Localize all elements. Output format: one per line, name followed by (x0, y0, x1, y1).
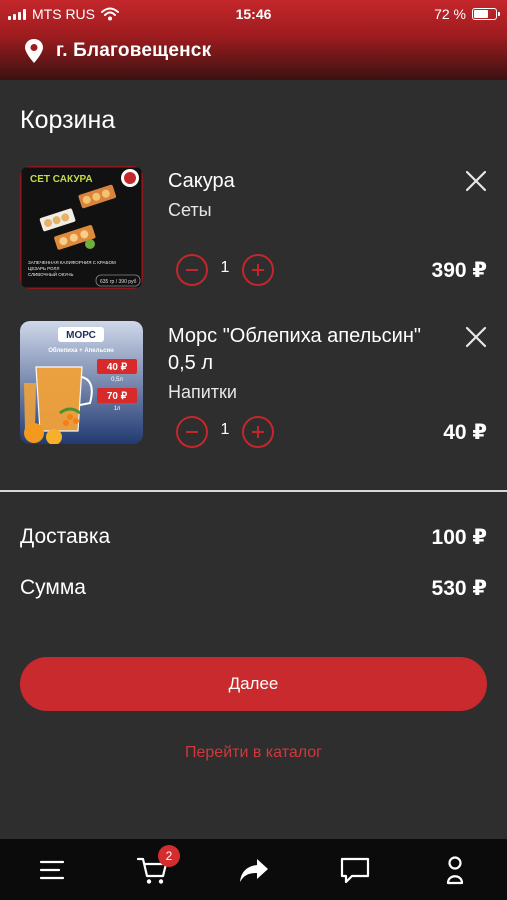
item-category: Напитки (168, 382, 237, 402)
chat-icon (340, 857, 370, 884)
item-name: Морс "Облепиха апельсин" 0,5 л (168, 325, 421, 374)
item-price: 40 ₽ (443, 421, 487, 444)
profile-icon (446, 856, 464, 885)
item-price: 390 ₽ (431, 259, 487, 282)
status-time: 15:46 (235, 6, 272, 22)
tab-share[interactable] (237, 853, 271, 887)
quantity-stepper: 1 (176, 416, 276, 448)
catalog-link[interactable]: Перейти в каталог (0, 744, 507, 762)
decrease-button[interactable] (176, 416, 208, 448)
divider (0, 490, 507, 492)
close-icon[interactable] (464, 325, 488, 349)
status-right: 72 % (434, 6, 500, 22)
status-bar: MTS RUS 15:46 72 % (0, 0, 507, 30)
quantity-stepper: 1 (176, 254, 276, 286)
location-pin-icon (25, 39, 43, 63)
image-caption: ЗАПЕЧЕННАЯ КАЛИФОРНИЯ С КРАБОМ (28, 260, 116, 265)
image-price-large: 70 ₽ (107, 391, 128, 402)
product-image-sakura[interactable]: СЕТ САКУРА ЗАПЕЧЕННАЯ КАЛИФОРНИЯ С КРАБО… (20, 166, 143, 289)
tab-chat[interactable] (338, 853, 372, 887)
battery-icon (472, 8, 500, 20)
quantity-value: 1 (220, 259, 230, 276)
tab-bar: 2 (0, 839, 507, 900)
decrease-button[interactable] (176, 254, 208, 286)
image-volume-large: 1л (114, 406, 121, 412)
share-icon (240, 859, 268, 882)
product-image-mors[interactable]: МОРС Облепиха + Апельсин 40 ₽ 0,5л 70 ₽ … (20, 321, 143, 444)
city-name: г. Благовещенск (56, 40, 212, 61)
image-volume-small: 0,5л (111, 377, 123, 383)
tab-cart[interactable]: 2 (136, 845, 180, 887)
city-selector[interactable]: г. Благовещенск (24, 38, 211, 64)
increase-button[interactable] (242, 416, 274, 448)
total-label: Сумма (20, 576, 86, 599)
image-weight: 635 гр / 390 руб (100, 279, 137, 285)
battery-percent: 72 % (434, 6, 466, 22)
page-title: Корзина (20, 106, 116, 134)
tab-profile[interactable] (438, 853, 472, 887)
battery-fill (474, 10, 489, 18)
app-header: MTS RUS 15:46 72 % г. Благовещенск (0, 0, 507, 80)
delivery-label: Доставка (20, 525, 111, 548)
menu-icon (39, 860, 65, 880)
image-caption: ЦЕЗАРЬ РОЛЛ (28, 266, 59, 271)
delivery-value: 100 ₽ (431, 526, 487, 549)
increase-button[interactable] (242, 254, 274, 286)
image-title: МОРС (66, 330, 96, 341)
image-title: СЕТ САКУРА (30, 174, 93, 185)
tab-menu[interactable] (36, 853, 70, 887)
quantity-value: 1 (220, 421, 230, 438)
cart-count-badge: 2 (158, 845, 180, 867)
next-button[interactable]: Далее (20, 657, 487, 711)
total-value: 530 ₽ (431, 577, 487, 600)
item-category: Сеты (168, 200, 212, 220)
close-icon[interactable] (464, 169, 488, 193)
image-price-small: 40 ₽ (107, 362, 128, 373)
image-caption: СЛИВОЧНЫЙ ОКУНЬ (28, 270, 74, 277)
image-subtitle: Облепиха + Апельсин (48, 347, 114, 354)
item-name: Сакура (168, 170, 235, 192)
